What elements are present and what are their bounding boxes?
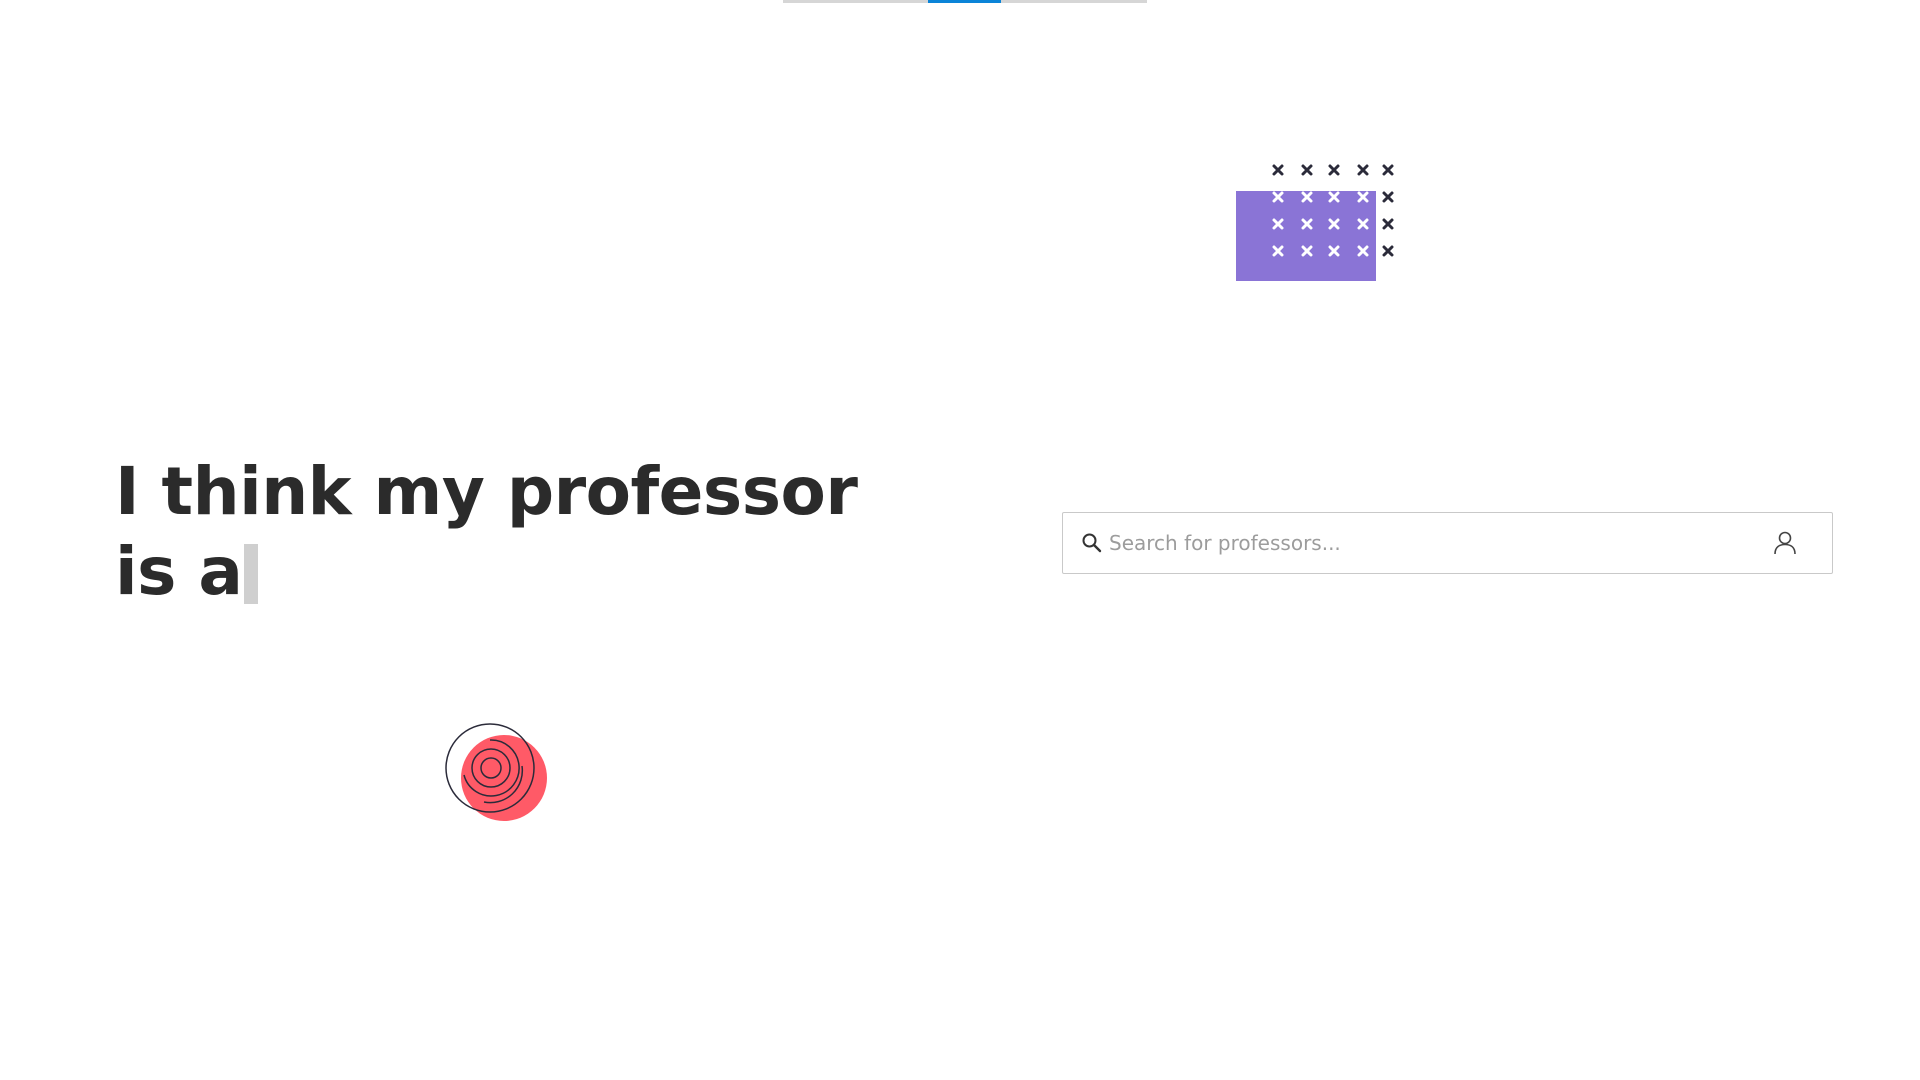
user-icon[interactable] <box>1772 530 1798 556</box>
hero-headline: I think my professor is a <box>115 452 875 612</box>
x-pattern-icon <box>1272 164 1394 257</box>
page: I think my professor is a <box>0 0 1920 1080</box>
headline-line-1: I think my professor <box>115 453 858 530</box>
headline-line-2: is a <box>115 532 875 612</box>
professor-search-box[interactable] <box>1062 512 1833 574</box>
headline-line-2-text: is a <box>115 533 243 610</box>
top-progress-indicator-active-segment <box>928 0 1001 3</box>
top-progress-indicator <box>783 0 1147 3</box>
swirl-circle-icon <box>445 723 547 821</box>
typing-caret <box>244 544 259 604</box>
search-icon <box>1082 533 1102 553</box>
decorative-grid-graphic <box>1236 162 1411 285</box>
professor-search-input[interactable] <box>1109 513 1772 573</box>
